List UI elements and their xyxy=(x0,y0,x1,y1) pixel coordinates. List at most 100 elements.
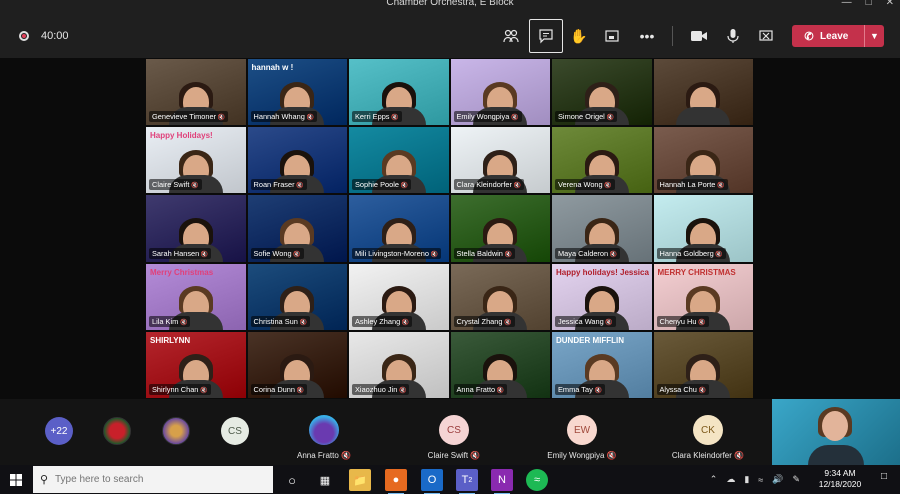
background-caption: SHIRLYNN xyxy=(150,335,191,345)
participant-video-tile[interactable]: Alyssa Chu 🔇 xyxy=(652,330,754,399)
participant-name: Anna Fratto 🔇 xyxy=(296,451,351,460)
mic-off-icon: 🔇 xyxy=(715,183,725,190)
participant-video-tile[interactable]: Sofie Wong 🔇 xyxy=(246,194,348,263)
task-view-icon[interactable]: ▦ xyxy=(314,469,336,491)
leave-button[interactable]: ✆ Leave ▼ xyxy=(792,25,884,47)
more-actions-button[interactable]: ••• xyxy=(634,23,660,49)
participant-video-tile[interactable]: Christina Sun 🔇 xyxy=(246,262,348,331)
stop-sharing-button[interactable] xyxy=(753,23,779,49)
mic-off-icon: 🔇 xyxy=(603,319,613,326)
participant-name: Alyssa Chu xyxy=(659,384,697,394)
strip-participant[interactable]: Anna Fratto 🔇 xyxy=(264,399,384,465)
participant-video-tile[interactable]: Maya Calderon 🔇 xyxy=(551,194,653,263)
participant-name-tag: Emily Wongpiya 🔇 xyxy=(453,111,522,123)
maximize-icon[interactable]: □ xyxy=(866,0,872,8)
camera-button[interactable] xyxy=(686,23,712,49)
participant-avatar[interactable] xyxy=(103,417,131,445)
participant-name: Clara Kleindorfer 🔇 xyxy=(671,451,745,460)
participant-video-tile[interactable]: SHIRLYNN Shirlynn Chan 🔇 xyxy=(145,330,247,399)
close-icon[interactable]: ✕ xyxy=(886,0,894,8)
participant-name: Kerri Epps xyxy=(355,112,390,122)
start-button[interactable] xyxy=(0,465,32,494)
teams-icon[interactable]: T2 xyxy=(456,469,478,494)
participant-name: Crystal Zhang xyxy=(456,316,503,326)
more-icon: ••• xyxy=(639,28,655,44)
participant-name-tag: Genevieve Timoner 🔇 xyxy=(149,111,229,123)
strip-participant[interactable]: CS Claire Swift 🔇 xyxy=(394,399,514,465)
participant-video-tile[interactable]: Genevieve Timoner 🔇 xyxy=(145,58,247,127)
pen-icon[interactable]: ✎ xyxy=(792,474,800,485)
participant-video-tile[interactable]: Happy holidays! Jessica Jessica Wang 🔇 xyxy=(551,262,653,331)
participant-video-tile[interactable]: Simone Origel 🔇 xyxy=(551,58,653,127)
participant-video-tile[interactable]: Anna Fratto 🔇 xyxy=(449,330,551,399)
meeting-toolbar: 40:00 ✋ ••• ✆ Leave ▼ xyxy=(0,12,900,58)
chevron-up-icon[interactable]: ⌃ xyxy=(710,474,718,485)
screen-share-stop-icon xyxy=(759,30,773,41)
participant-video-tile[interactable]: Stella Baldwin 🔇 xyxy=(449,194,551,263)
participant-video-tile[interactable]: Corina Dunn 🔇 xyxy=(246,330,348,399)
outlook-icon[interactable]: O xyxy=(421,469,443,494)
mic-off-icon: 🔇 xyxy=(696,387,707,394)
mic-off-icon: 🔇 xyxy=(470,451,481,460)
minimize-icon[interactable]: — xyxy=(842,0,852,8)
participant-video-tile[interactable]: Roan Fraser 🔇 xyxy=(246,126,348,195)
file-explorer-icon[interactable]: 📁 xyxy=(349,469,371,491)
taskbar-search[interactable]: ⚲ xyxy=(33,466,273,493)
chevron-down-icon[interactable]: ▼ xyxy=(864,25,884,47)
mic-off-icon: 🔇 xyxy=(297,319,308,326)
mic-off-icon: 🔇 xyxy=(511,183,522,190)
more-participants-badge[interactable]: +22 xyxy=(45,417,73,445)
participant-video-tile[interactable]: DUNDER MIFFLIN Emma Tay 🔇 xyxy=(551,330,653,399)
participants-button[interactable] xyxy=(498,23,524,49)
strip-participant[interactable]: CK Clara Kleindorfer 🔇 xyxy=(648,399,768,465)
mic-off-icon: 🔇 xyxy=(216,115,226,122)
participant-video-tile[interactable]: Xiaozhuo Jin 🔇 xyxy=(348,330,450,399)
volume-icon[interactable]: 🔊 xyxy=(772,474,783,485)
participant-avatar[interactable]: CS xyxy=(221,417,249,445)
cortana-icon[interactable]: ○ xyxy=(281,469,303,491)
onedrive-icon[interactable]: ☁ xyxy=(726,474,735,485)
participant-video-tile[interactable]: Crystal Zhang 🔇 xyxy=(449,262,551,331)
participant-name: Verena Wong xyxy=(558,180,603,190)
participant-video-tile[interactable]: Hanna Goldberg 🔇 xyxy=(652,194,754,263)
share-tray-button[interactable] xyxy=(599,23,625,49)
participant-name-tag: Alyssa Chu 🔇 xyxy=(656,383,710,395)
participant-name: Hanna Goldberg xyxy=(659,248,714,258)
participant-name-tag: Sophie Poole 🔇 xyxy=(352,179,412,191)
participant-video-tile[interactable]: MERRY CHRISTMAS Chenyu Hu 🔇 xyxy=(652,262,754,331)
wifi-icon[interactable]: ≈ xyxy=(758,475,763,485)
participant-video-tile[interactable] xyxy=(652,58,754,127)
self-video-preview[interactable] xyxy=(772,399,900,465)
participant-name: Christina Sun xyxy=(253,316,298,326)
battery-icon[interactable]: ▮ xyxy=(744,474,749,485)
participant-video-tile[interactable]: Happy Holidays! Claire Swift 🔇 xyxy=(145,126,247,195)
onenote-icon[interactable]: N xyxy=(491,469,513,494)
participant-video-tile[interactable]: Ashley Zhang 🔇 xyxy=(348,262,450,331)
mic-button[interactable] xyxy=(720,23,746,49)
spotify-icon[interactable]: ≈ xyxy=(526,469,548,491)
search-input[interactable] xyxy=(55,474,255,485)
participant-video-tile[interactable]: Verena Wong 🔇 xyxy=(551,126,653,195)
participant-video-tile[interactable]: hannah w ! Hannah Whang 🔇 xyxy=(246,58,348,127)
participant-video-tile[interactable]: Emily Wongpiya 🔇 xyxy=(449,58,551,127)
chat-button[interactable] xyxy=(529,19,563,53)
participant-name-tag: Hannah La Porte 🔇 xyxy=(656,179,728,191)
participant-video-tile[interactable]: Merry Christmas Lila Kim 🔇 xyxy=(145,262,247,331)
firefox-icon[interactable]: ● xyxy=(385,469,407,494)
participant-name-tag: Ashley Zhang 🔇 xyxy=(352,315,413,327)
participant-video-tile[interactable]: Mili Livingston-Moreno 🔇 xyxy=(348,194,450,263)
windows-taskbar: ⚲ ○ ▦ 📁 ● O T2 N ≈ ⌃ ☁ ▮ ≈ 🔊 ✎ 9:34 AM 1… xyxy=(0,465,900,494)
participant-video-tile[interactable]: Kerri Epps 🔇 xyxy=(348,58,450,127)
strip-participant[interactable]: EW Emily Wongpiya 🔇 xyxy=(522,399,642,465)
participant-video-tile[interactable]: Hannah La Porte 🔇 xyxy=(652,126,754,195)
participant-video-tile[interactable]: Sarah Hansen 🔇 xyxy=(145,194,247,263)
background-caption: hannah w ! xyxy=(251,63,294,72)
raise-hand-button[interactable]: ✋ xyxy=(566,23,592,49)
taskbar-clock[interactable]: 9:34 AM 12/18/2020 xyxy=(810,468,870,490)
window-title-bar: Chamber Orchestra, E Block — □ ✕ xyxy=(0,0,900,12)
participant-avatar: EW xyxy=(567,415,597,445)
participant-video-tile[interactable]: Sophie Poole 🔇 xyxy=(348,126,450,195)
participant-video-tile[interactable]: Clara Kleindorfer 🔇 xyxy=(449,126,551,195)
notification-icon[interactable]: □ xyxy=(876,471,892,487)
participant-avatar[interactable] xyxy=(162,417,190,445)
